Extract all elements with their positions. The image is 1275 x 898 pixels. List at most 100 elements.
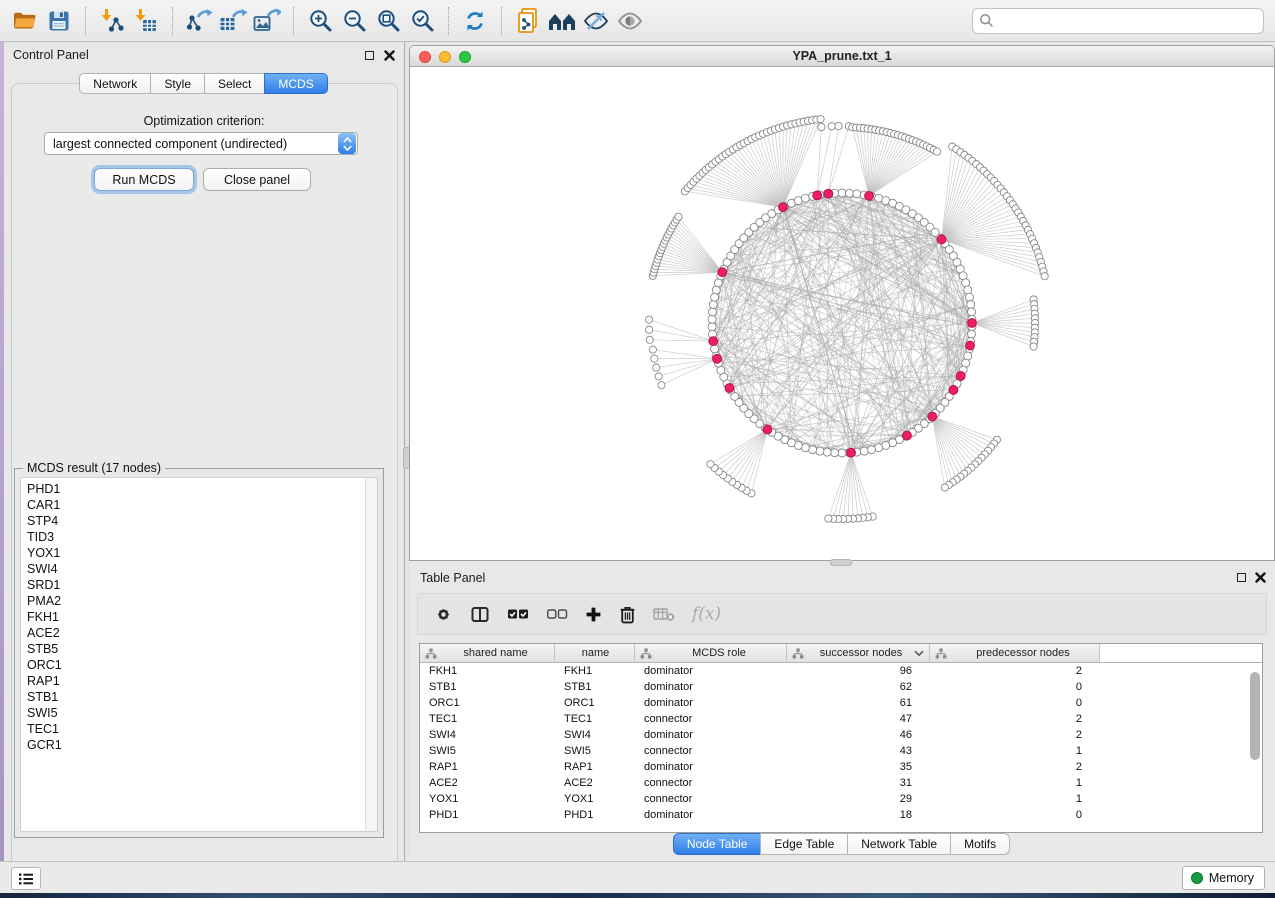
table-row[interactable]: TEC1TEC1connector472 — [420, 711, 1262, 727]
leaf-node[interactable] — [675, 213, 682, 220]
zoom-fit-button[interactable] — [371, 5, 405, 37]
export-image-button[interactable] — [250, 5, 284, 37]
horizontal-splitter-grip[interactable] — [830, 559, 852, 566]
leaf-node[interactable] — [655, 373, 662, 380]
mcds-hub-node[interactable] — [903, 431, 912, 440]
export-network-button[interactable] — [182, 5, 216, 37]
table-row[interactable]: FKH1FKH1dominator962 — [420, 663, 1262, 679]
mcds-result-item[interactable]: YOX1 — [27, 545, 377, 561]
table-row[interactable]: RAP1RAP1dominator352 — [420, 759, 1262, 775]
column-header-name[interactable]: name — [555, 644, 635, 663]
mcds-result-item[interactable]: TID3 — [27, 529, 377, 545]
leaf-node[interactable] — [1041, 273, 1048, 280]
leaf-node[interactable] — [828, 123, 835, 130]
ring-node[interactable] — [860, 447, 868, 455]
zoom-in-button[interactable] — [303, 5, 337, 37]
table-row[interactable]: PHD1PHD1dominator180 — [420, 807, 1262, 823]
leaf-node[interactable] — [649, 346, 656, 353]
add-column-button[interactable] — [585, 606, 602, 623]
ring-node[interactable] — [801, 194, 809, 202]
network-graph[interactable] — [410, 67, 1274, 561]
leaf-node[interactable] — [645, 316, 652, 323]
leaf-node[interactable] — [817, 116, 824, 123]
network-canvas[interactable] — [410, 67, 1274, 561]
task-history-button[interactable] — [11, 867, 41, 890]
tab-network-table[interactable]: Network Table — [847, 833, 951, 855]
mcds-hub-node[interactable] — [824, 189, 833, 198]
mcds-result-item[interactable]: GCR1 — [27, 737, 377, 753]
share-document-button[interactable] — [511, 5, 545, 37]
overview-button[interactable] — [545, 5, 579, 37]
mcds-result-item[interactable]: SRD1 — [27, 577, 377, 593]
table-float-icon[interactable] — [1237, 573, 1246, 582]
ring-node[interactable] — [708, 323, 716, 331]
tab-edge-table[interactable]: Edge Table — [760, 833, 848, 855]
select-all-button[interactable] — [507, 607, 529, 621]
column-header-predecessor-nodes[interactable]: predecessor nodes — [930, 644, 1100, 663]
table-settings-button[interactable] — [434, 605, 453, 624]
table-row[interactable]: YOX1YOX1connector291 — [420, 791, 1262, 807]
memory-button[interactable]: Memory — [1182, 866, 1265, 890]
ring-node[interactable] — [838, 449, 846, 457]
zoom-selected-button[interactable] — [405, 5, 439, 37]
table-row[interactable]: STB1STB1dominator620 — [420, 679, 1262, 695]
ring-node[interactable] — [964, 286, 972, 294]
run-mcds-button[interactable]: Run MCDS — [94, 168, 194, 191]
ring-node[interactable] — [875, 444, 883, 452]
tab-network[interactable]: Network — [79, 73, 151, 94]
ring-node[interactable] — [845, 189, 853, 197]
column-header-shared-name[interactable]: shared name — [420, 644, 555, 663]
mcds-list-scrollbar[interactable] — [365, 478, 377, 831]
ring-node[interactable] — [968, 308, 976, 316]
mcds-result-item[interactable]: CAR1 — [27, 497, 377, 513]
leaf-node[interactable] — [646, 336, 653, 343]
network-window-titlebar[interactable]: YPA_prune.txt_1 — [410, 46, 1274, 67]
table-scrollbar-thumb[interactable] — [1250, 672, 1260, 760]
leaf-node[interactable] — [646, 326, 653, 333]
tab-motifs[interactable]: Motifs — [950, 833, 1010, 855]
mcds-hub-node[interactable] — [847, 448, 856, 457]
mcds-hub-node[interactable] — [968, 319, 977, 328]
mcds-hub-node[interactable] — [966, 341, 975, 350]
leaf-node[interactable] — [651, 355, 658, 362]
zoom-out-button[interactable] — [337, 5, 371, 37]
leaf-node[interactable] — [1030, 343, 1037, 350]
ring-node[interactable] — [867, 446, 875, 454]
ring-node[interactable] — [838, 189, 846, 197]
ring-node[interactable] — [708, 308, 716, 316]
mcds-hub-node[interactable] — [928, 412, 937, 421]
mcds-hub-node[interactable] — [763, 425, 772, 434]
mcds-result-item[interactable]: RAP1 — [27, 673, 377, 689]
leaf-node[interactable] — [941, 484, 948, 491]
leaf-node[interactable] — [825, 515, 832, 522]
mcds-result-item[interactable]: FKH1 — [27, 609, 377, 625]
delete-column-button[interactable] — [619, 605, 636, 624]
leaf-node[interactable] — [818, 123, 825, 130]
mcds-hub-node[interactable] — [718, 268, 727, 277]
ring-node[interactable] — [708, 315, 716, 323]
mcds-result-item[interactable]: STB5 — [27, 641, 377, 657]
optimization-criterion-select[interactable]: largest connected component (undirected) — [44, 132, 358, 155]
table-row[interactable]: SWI4SWI4dominator462 — [420, 727, 1262, 743]
ring-node[interactable] — [853, 190, 861, 198]
ring-node[interactable] — [711, 345, 719, 353]
tab-mcds[interactable]: MCDS — [264, 73, 327, 94]
tab-style[interactable]: Style — [150, 73, 205, 94]
float-panel-icon[interactable] — [365, 51, 374, 60]
show-graphics-button[interactable] — [613, 5, 647, 37]
mcds-hub-node[interactable] — [949, 386, 958, 395]
export-table-button[interactable] — [216, 5, 250, 37]
leaf-node[interactable] — [933, 148, 940, 155]
mcds-hub-node[interactable] — [713, 354, 722, 363]
ring-node[interactable] — [968, 330, 976, 338]
close-panel-button[interactable]: Close panel — [203, 168, 311, 191]
mcds-hub-node[interactable] — [937, 235, 946, 244]
toggle-panel-mode-button[interactable] — [470, 605, 490, 624]
tab-node-table[interactable]: Node Table — [673, 833, 762, 855]
table-row[interactable]: ACE2ACE2connector311 — [420, 775, 1262, 791]
ring-node[interactable] — [831, 449, 839, 457]
table-row[interactable]: SWI5SWI5connector431 — [420, 743, 1262, 759]
deselect-all-button[interactable] — [546, 607, 568, 621]
leaf-node[interactable] — [653, 364, 660, 371]
leaf-node[interactable] — [835, 122, 842, 129]
